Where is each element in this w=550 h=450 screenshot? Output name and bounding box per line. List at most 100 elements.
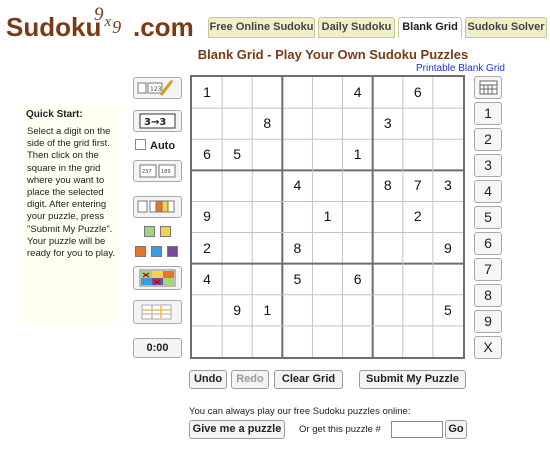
grid-cell[interactable] (252, 170, 282, 201)
grid-cell[interactable] (343, 201, 373, 232)
grid-cell[interactable]: 9 (222, 295, 252, 326)
tab-sudoku-solver[interactable]: Sudoku Solver (465, 17, 547, 38)
grid-cell[interactable]: 5 (222, 139, 252, 170)
grid-cell[interactable] (252, 233, 282, 264)
grid-cell[interactable] (192, 295, 222, 326)
keypad-toggle-button[interactable] (474, 76, 502, 99)
grid-cell[interactable] (222, 233, 252, 264)
grid-cell[interactable] (282, 139, 312, 170)
tab-blank-grid[interactable]: Blank Grid (398, 17, 462, 38)
grid-cell[interactable] (403, 264, 433, 295)
grid-cell[interactable]: 6 (192, 139, 222, 170)
grid-cell[interactable] (312, 77, 342, 108)
puzzle-number-input[interactable] (391, 421, 443, 438)
auto-checkbox[interactable]: Auto (135, 139, 175, 152)
keypad-digit-1[interactable]: 1 (474, 102, 502, 125)
grid-cell[interactable]: 1 (192, 77, 222, 108)
grid-cell[interactable] (373, 77, 403, 108)
grid-cell[interactable] (312, 295, 342, 326)
grid-cell[interactable]: 8 (252, 108, 282, 139)
grid-cell[interactable] (343, 170, 373, 201)
auto-checkbox-box[interactable] (135, 139, 146, 150)
grid-cell[interactable] (403, 108, 433, 139)
grid-cell[interactable]: 7 (403, 170, 433, 201)
keypad-digit-6[interactable]: 6 (474, 232, 502, 255)
color-swatch-orange[interactable] (135, 246, 146, 257)
grid-cell[interactable] (343, 295, 373, 326)
grid-cell[interactable] (312, 170, 342, 201)
grid-cell[interactable] (282, 77, 312, 108)
grid-cell[interactable]: 2 (192, 233, 222, 264)
grid-cell[interactable] (192, 108, 222, 139)
grid-cell[interactable] (312, 233, 342, 264)
grid-cell[interactable]: 1 (312, 201, 342, 232)
grid-cell[interactable] (433, 77, 463, 108)
grid-cell[interactable]: 9 (192, 201, 222, 232)
grid-cell[interactable] (252, 264, 282, 295)
grid-cell[interactable]: 4 (192, 264, 222, 295)
grid-cell[interactable] (433, 139, 463, 170)
grid-cell[interactable] (373, 139, 403, 170)
pencil-mode-button[interactable]: 123 (133, 77, 182, 99)
grid-cell[interactable] (373, 201, 403, 232)
grid-cell[interactable] (222, 77, 252, 108)
keypad-digit-2[interactable]: 2 (474, 128, 502, 151)
grid-cell[interactable] (222, 170, 252, 201)
keypad-digit-9[interactable]: 9 (474, 310, 502, 333)
grid-cell[interactable] (403, 233, 433, 264)
grid-cell[interactable] (373, 326, 403, 357)
grid-cell[interactable] (192, 326, 222, 357)
grid-cell[interactable] (403, 326, 433, 357)
color-swatch-purple[interactable] (167, 246, 178, 257)
grid-cell[interactable] (282, 108, 312, 139)
grid-cell[interactable] (222, 264, 252, 295)
go-button[interactable]: Go (445, 420, 467, 439)
clear-grid-button[interactable]: Clear Grid (274, 370, 343, 389)
grid-cell[interactable] (192, 170, 222, 201)
color-mode-button[interactable] (133, 196, 182, 218)
grid-cell[interactable] (433, 201, 463, 232)
grid-cell[interactable] (312, 108, 342, 139)
fill-single-candidate-button[interactable]: 3→3 (133, 110, 182, 132)
grid-cell[interactable] (433, 108, 463, 139)
grid-cell[interactable] (222, 326, 252, 357)
grid-cell[interactable]: 6 (343, 264, 373, 295)
submit-puzzle-button[interactable]: Submit My Puzzle (359, 370, 466, 389)
grid-cell[interactable] (252, 201, 282, 232)
color-swatch-green[interactable] (144, 226, 155, 237)
keypad-digit-5[interactable]: 5 (474, 206, 502, 229)
sudoku-grid[interactable]: 146836514873912289456915 (190, 75, 465, 359)
grid-cell[interactable] (343, 108, 373, 139)
grid-cell[interactable] (282, 326, 312, 357)
keypad-digit-4[interactable]: 4 (474, 180, 502, 203)
undo-button[interactable]: Undo (189, 370, 227, 389)
grid-cell[interactable]: 1 (343, 139, 373, 170)
clear-colors-button[interactable] (133, 266, 182, 290)
grid-cell[interactable]: 5 (282, 264, 312, 295)
grid-cell[interactable] (222, 201, 252, 232)
candidates-button[interactable]: 237 189 (133, 160, 182, 182)
grid-cell[interactable]: 3 (373, 108, 403, 139)
grid-cell[interactable] (252, 139, 282, 170)
grid-cell[interactable] (282, 295, 312, 326)
give-me-a-puzzle-button[interactable]: Give me a puzzle (189, 420, 285, 439)
keypad-clear-button[interactable]: X (474, 336, 502, 359)
tab-free-online-sudoku[interactable]: Free Online Sudoku (208, 17, 315, 38)
grid-cell[interactable] (373, 295, 403, 326)
grid-cell[interactable] (252, 326, 282, 357)
highlight-mode-button[interactable] (133, 300, 182, 324)
grid-cell[interactable] (222, 108, 252, 139)
grid-cell[interactable]: 1 (252, 295, 282, 326)
tab-daily-sudoku[interactable]: Daily Sudoku (318, 17, 395, 38)
grid-cell[interactable] (433, 326, 463, 357)
grid-cell[interactable] (312, 264, 342, 295)
grid-cell[interactable]: 5 (433, 295, 463, 326)
grid-cell[interactable] (403, 295, 433, 326)
color-swatch-yellow[interactable] (160, 226, 171, 237)
printable-blank-grid-link[interactable]: Printable Blank Grid (416, 63, 505, 74)
keypad-digit-3[interactable]: 3 (474, 154, 502, 177)
grid-cell[interactable] (282, 201, 312, 232)
grid-cell[interactable] (312, 326, 342, 357)
keypad-digit-7[interactable]: 7 (474, 258, 502, 281)
grid-cell[interactable] (373, 264, 403, 295)
